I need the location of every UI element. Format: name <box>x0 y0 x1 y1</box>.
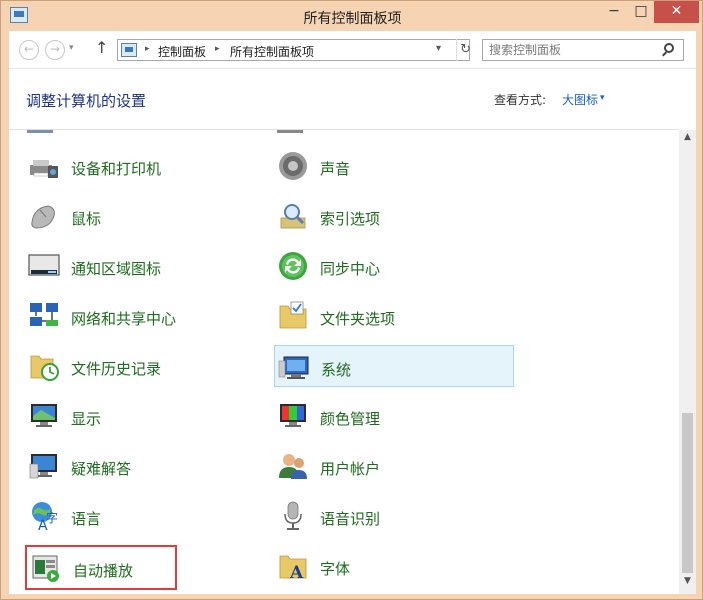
item-indexing-options[interactable]: 索引选项 <box>274 195 514 237</box>
display-icon <box>31 404 57 427</box>
page-title: 调整计算机的设置 <box>26 92 147 110</box>
navigation-bar: ← → ▾ ↑ ▸ 控制面板 ▸ 所有控制面板项 ▾ ↻ <box>9 31 696 69</box>
refresh-button[interactable]: ↻ <box>456 39 471 61</box>
item-label: 疑难解答 <box>71 460 132 478</box>
item-language[interactable]: A 字 语言 <box>25 495 265 537</box>
address-control-panel-icon <box>121 43 137 57</box>
maximize-button[interactable]: □ <box>628 1 654 23</box>
minimize-button[interactable]: − <box>601 1 627 23</box>
partial-item-icon[interactable] <box>27 130 53 133</box>
system-icon <box>278 356 309 379</box>
close-button[interactable]: ✕ <box>654 1 699 23</box>
item-label: 网络和共享中心 <box>71 310 177 328</box>
recent-locations-dropdown[interactable]: ▾ <box>69 43 74 53</box>
fonts-icon: A <box>279 555 307 582</box>
scroll-down-arrow-icon[interactable]: ▼ <box>679 576 696 590</box>
item-label: 用户帐户 <box>320 460 381 478</box>
item-label: 文件夹选项 <box>320 310 396 328</box>
title-bar: 所有控制面板项 − □ ✕ <box>1 1 703 31</box>
printer-icon <box>30 160 58 178</box>
item-speech-recognition[interactable]: 语音识别 <box>274 495 514 537</box>
forward-button[interactable]: → <box>45 40 65 60</box>
content-pane: 调整计算机的设置 查看方式: 大图标 ▾ 设备和打印机 声音 鼠标 索引选项 通… <box>9 69 696 594</box>
item-label: 声音 <box>320 160 351 178</box>
user-accounts-icon <box>279 454 307 479</box>
microphone-icon <box>284 501 302 530</box>
partial-item-icon[interactable] <box>277 130 303 133</box>
item-label: 语言 <box>71 510 102 528</box>
search-input[interactable] <box>489 42 654 58</box>
svg-text:字: 字 <box>46 510 58 525</box>
item-sound[interactable]: 声音 <box>274 145 514 187</box>
item-label: 设备和打印机 <box>71 160 162 178</box>
scroll-up-arrow-icon[interactable]: ▲ <box>679 132 696 146</box>
breadcrumb-separator-icon[interactable]: ▸ <box>145 44 150 54</box>
item-label: 通知区域图标 <box>71 260 162 278</box>
chevron-down-icon[interactable]: ▾ <box>600 93 605 103</box>
svg-text:A: A <box>289 563 304 582</box>
control-panel-window: 所有控制面板项 − □ ✕ ← → ▾ ↑ ▸ 控制面板 ▸ 所有控制面板项 ▾… <box>0 0 703 600</box>
item-autoplay[interactable]: 自动播放 <box>25 545 177 590</box>
address-dropdown-icon[interactable]: ▾ <box>436 43 441 54</box>
item-label: 自动播放 <box>73 562 134 580</box>
item-notification-area-icons[interactable]: 通知区域图标 <box>25 245 265 287</box>
notification-icon <box>28 254 60 276</box>
item-label: 索引选项 <box>320 210 381 228</box>
window-title: 所有控制面板项 <box>303 11 402 27</box>
item-label: 同步中心 <box>320 260 381 278</box>
item-mouse[interactable]: 鼠标 <box>25 195 265 237</box>
mouse-icon <box>31 205 55 229</box>
item-label: 系统 <box>321 361 352 379</box>
color-management-icon <box>280 404 306 427</box>
item-system[interactable]: 系统 <box>274 345 514 387</box>
breadcrumb-all-items[interactable]: 所有控制面板项 <box>230 43 314 60</box>
speaker-icon <box>279 152 307 180</box>
search-box[interactable] <box>482 39 684 61</box>
indexing-icon <box>280 204 306 229</box>
item-user-accounts[interactable]: 用户帐户 <box>274 445 514 487</box>
item-sync-center[interactable]: 同步中心 <box>274 245 514 287</box>
network-icon <box>30 303 58 326</box>
item-devices-printers[interactable]: 设备和打印机 <box>25 145 265 187</box>
item-color-management[interactable]: 颜色管理 <box>274 395 514 437</box>
breadcrumb-separator-icon[interactable]: ▸ <box>215 44 220 54</box>
breadcrumb-control-panel[interactable]: 控制面板 <box>158 43 206 60</box>
item-label: 字体 <box>320 560 351 578</box>
view-by-label: 查看方式: <box>494 93 547 107</box>
language-icon: A 字 <box>32 502 58 532</box>
item-display[interactable]: 显示 <box>25 395 265 437</box>
troubleshooting-icon <box>29 454 57 479</box>
item-folder-options[interactable]: 文件夹选项 <box>274 295 514 337</box>
item-label: 语音识别 <box>320 510 381 528</box>
item-label: 鼠标 <box>71 210 102 228</box>
folder-options-icon <box>279 301 307 329</box>
item-file-history[interactable]: 文件历史记录 <box>25 345 265 387</box>
item-troubleshooting[interactable]: 疑难解答 <box>25 445 265 487</box>
up-button[interactable]: ↑ <box>95 38 108 57</box>
item-label: 显示 <box>71 410 102 428</box>
item-network-sharing-center[interactable]: 网络和共享中心 <box>25 295 265 337</box>
search-icon[interactable] <box>664 43 674 53</box>
view-by-dropdown[interactable]: 大图标 <box>562 91 598 108</box>
autoplay-icon <box>32 555 59 582</box>
address-bar[interactable]: ▸ 控制面板 ▸ 所有控制面板项 ▾ ↻ <box>117 39 471 61</box>
item-label: 文件历史记录 <box>71 360 162 378</box>
sync-icon <box>279 252 307 280</box>
scrollbar-thumb[interactable] <box>682 413 693 573</box>
back-button[interactable]: ← <box>19 40 39 60</box>
item-fonts[interactable]: A 字体 <box>274 545 514 587</box>
vertical-scrollbar[interactable]: ▲ ▼ <box>679 130 696 594</box>
items-grid: 设备和打印机 声音 鼠标 索引选项 通知区域图标 同步中心 网络和共享中心 文件… <box>9 130 679 594</box>
file-history-icon <box>30 355 59 381</box>
item-label: 颜色管理 <box>320 410 381 428</box>
